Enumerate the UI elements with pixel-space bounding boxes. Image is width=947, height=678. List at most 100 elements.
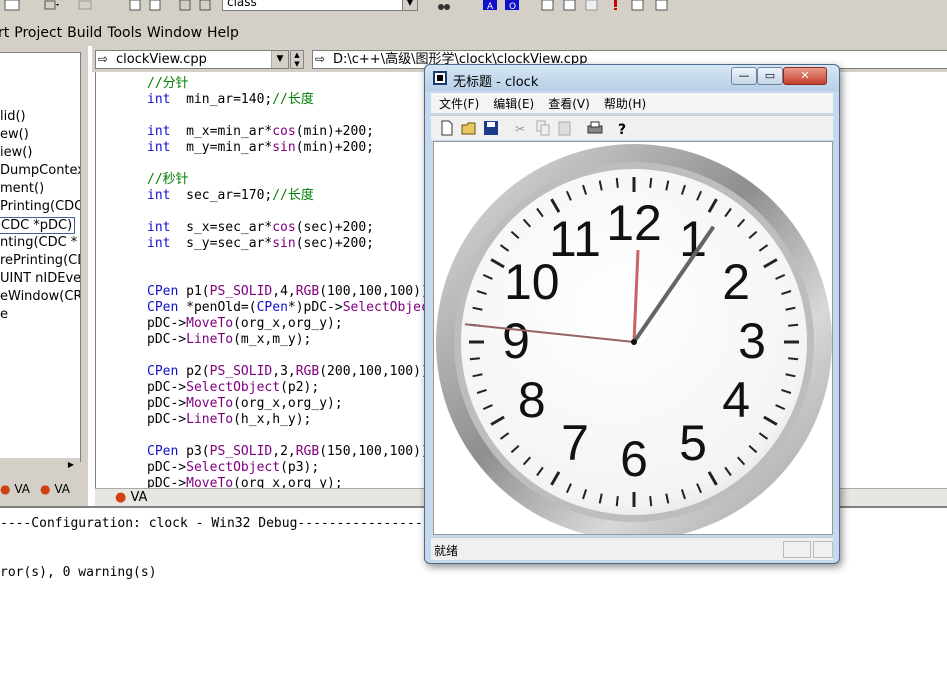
class-view-item[interactable]: UINT nIDEve [0,271,80,286]
menu-item-view[interactable]: 查看(V) [548,95,590,112]
file-spin-button[interactable]: ▲ ▼ [290,50,304,69]
clock-face: 12 1234567891011 [436,144,832,534]
clock-numeral: 2 [722,254,750,310]
class-view-item[interactable]: Printing(CDC [0,199,80,214]
code-token: SelectObject [186,460,281,475]
toolbar-icon-5[interactable] [148,0,164,12]
minute-tick [788,357,799,361]
code-token: ,3, [272,364,296,379]
clock-window: 无标题 - clock — ▭ ✕ 文件(F) 编辑(E) 查看(V) 帮助(H… [424,64,840,564]
paste-icon[interactable] [557,120,573,136]
window-titlebar[interactable]: 无标题 - clock — ▭ ✕ [425,65,839,91]
print-icon[interactable] [587,120,603,136]
code-token: p1( [178,284,210,299]
menu-item-window[interactable]: Window [147,25,202,41]
toolbar-icon-12[interactable] [654,0,670,12]
cut-icon[interactable]: ✂ [513,120,529,136]
class-view-item[interactable]: rePrinting(CD [0,253,80,268]
maximize-button[interactable]: ▭ [757,67,783,85]
svg-text:?: ? [618,122,626,136]
code-token: //分针 [147,76,189,91]
class-view-item[interactable]: e [0,307,8,322]
code-line: pDC->SelectObject(p2); [147,380,319,396]
code-token: (100,100,100)); [319,284,437,299]
file-combo[interactable]: ⇨ clockView.cpp ▼ [95,50,289,69]
toolbar-icon-6[interactable] [178,0,194,12]
class-view-item[interactable]: CDC *pDC) [0,217,76,234]
class-view-item[interactable]: ew() [0,127,29,142]
toolbar-icon-4[interactable] [128,0,144,12]
close-button[interactable]: ✕ [783,67,827,85]
toolbar-icon-8[interactable] [540,0,556,12]
exclamation-icon[interactable] [608,0,624,12]
code-token: (min)+200; [295,124,374,139]
class-view-item[interactable]: DumpContext [0,163,80,178]
minute-tick [788,323,799,327]
editor-tab[interactable]: ● VA [115,490,147,505]
menu-item-insert[interactable]: rt [0,25,9,41]
binoculars-icon[interactable] [436,0,452,12]
menu-item-file[interactable]: 文件(F) [439,95,479,112]
code-line: //分针 [147,76,189,92]
o-icon[interactable]: O [504,0,520,12]
resize-grip[interactable] [813,541,833,558]
save-icon[interactable] [483,120,499,136]
code-token: pDC-> [147,460,187,475]
code-token: cos [272,220,296,235]
clock-numeral: 5 [679,415,707,471]
code-token: int [147,188,171,203]
toolbar-icon-1[interactable] [4,0,20,12]
copy-icon[interactable] [535,120,551,136]
scroll-right-icon[interactable]: ▶ [68,460,74,469]
code-token: LineTo [186,412,234,427]
status-bar: 就绪 [431,537,833,560]
toolbar-icon-11[interactable] [630,0,646,12]
class-combo[interactable]: class ▼ [222,0,418,11]
class-view-item[interactable]: eWindow(CR [0,289,80,304]
code-token: pDC-> [147,332,187,347]
menu-item-help[interactable]: 帮助(H) [604,95,646,112]
code-token: m_y=min_ar* [170,140,273,155]
svg-text:A: A [487,2,494,12]
a-icon[interactable]: A [482,0,498,12]
workspace-tab-2-label: VA [54,482,70,496]
toolbar-icon-2[interactable] [44,0,60,12]
code-token: (p2); [280,380,320,395]
menu-item-tools[interactable]: Tools [107,25,142,41]
class-view-item[interactable]: iew() [0,145,32,160]
menu-item-help[interactable]: Help [207,25,239,41]
code-token: CPen [147,284,179,299]
menu-item-build[interactable]: Build [67,25,102,41]
menu-item-project[interactable]: Project [14,25,62,41]
minute-tick [649,177,653,188]
code-line: pDC->LineTo(m_x,m_y); [147,332,311,348]
code-token: (p3); [280,460,320,475]
workspace-tab-1[interactable]: ● VA [0,482,30,496]
code-line: int sec_ar=170;//长度 [147,188,314,204]
toolbar-icon-3[interactable] [78,0,94,12]
clock-numeral: 7 [561,415,589,471]
menu-item-edit[interactable]: 编辑(E) [493,95,534,112]
clock-canvas: 12 1 2 3 4 5 6 7 8 9 10 11 [433,141,833,535]
left-horizontal-scrollbar[interactable]: ▶ [0,458,80,474]
code-token: p2( [178,364,210,379]
code-token: int [147,140,171,155]
arrow-right-icon: ⇨ [315,52,326,66]
new-file-icon[interactable] [439,120,455,136]
help-icon[interactable]: ? [615,120,631,136]
clock-numeral: 11 [549,211,601,267]
toolbar-icon-7[interactable] [198,0,214,12]
class-view-tree[interactable]: lid() ew() iew() DumpContext ment() Printing(… [0,52,81,462]
toolbar-icon-9[interactable] [562,0,578,12]
chevron-down-icon[interactable]: ▼ [271,51,288,68]
workspace-tab-2[interactable]: ● VA [40,482,70,496]
code-line: CPen p3(PS_SOLID,2,RGB(150,100,100)); [147,444,437,460]
toolbar-icon-10[interactable] [584,0,600,12]
minimize-button[interactable]: — [731,67,757,85]
chevron-down-icon[interactable]: ▼ [402,0,417,10]
class-view-item[interactable]: ment() [0,181,44,196]
class-view-item[interactable]: nting(CDC * [0,235,77,250]
code-token: int [147,124,171,139]
open-folder-icon[interactable] [461,120,477,136]
class-view-item[interactable]: lid() [0,109,26,124]
